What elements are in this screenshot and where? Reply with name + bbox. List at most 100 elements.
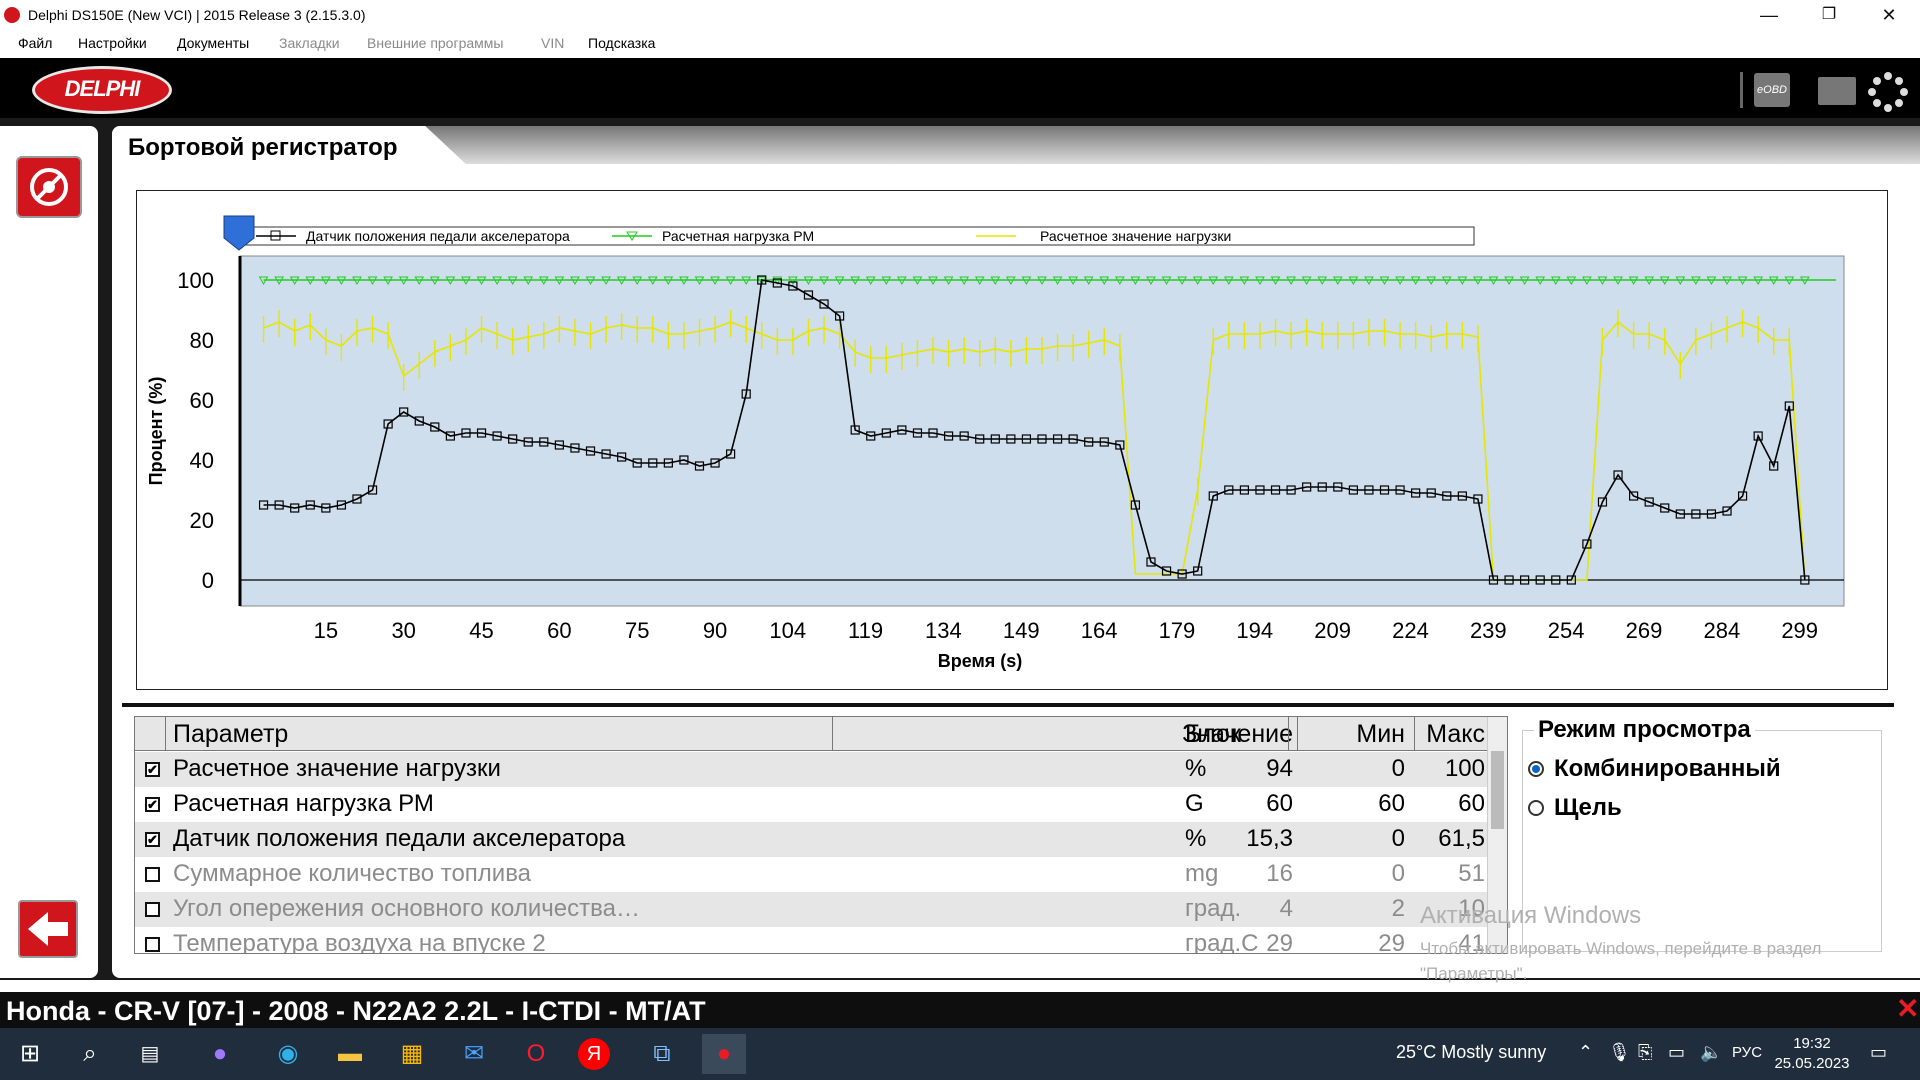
clock[interactable]: 19:32 25.05.2023	[1772, 1034, 1852, 1074]
radio-slot[interactable]	[1528, 800, 1544, 816]
row-checkbox[interactable]	[145, 867, 160, 882]
table-row[interactable]: Суммарное количество топлива 16 mg 0 51	[135, 857, 1507, 892]
edge-icon[interactable]: ◉	[268, 1034, 308, 1074]
stop-icon	[30, 168, 68, 206]
x-tick-label: 104	[769, 618, 806, 643]
col-min[interactable]: Мин	[1335, 720, 1405, 749]
section-separator	[122, 703, 1894, 707]
menu-documents[interactable]: Документы	[177, 35, 249, 51]
col-value[interactable]: Значение	[1035, 720, 1293, 749]
delphi-taskbar-icon[interactable]: ●	[702, 1034, 746, 1074]
network-icon[interactable]: ⎘	[1638, 1042, 1652, 1063]
row-unit: %	[1185, 755, 1207, 782]
activation-watermark-text: Чтобы активировать Windows, перейдите в …	[1420, 939, 1822, 983]
table-row[interactable]: Расчетное значение нагрузки 94% 0 100	[135, 752, 1507, 787]
microphone-icon[interactable]: 🎙	[1608, 1042, 1631, 1063]
mail-icon[interactable]: ✉	[454, 1034, 494, 1074]
x-tick-label: 30	[391, 618, 415, 643]
row-value: 15,3	[1246, 825, 1293, 852]
search-icon[interactable]: ⌕	[70, 1034, 110, 1074]
menu-bookmarks[interactable]: Закладки	[279, 35, 340, 51]
x-tick-label: 15	[314, 618, 338, 643]
radio-combined[interactable]	[1528, 761, 1544, 777]
row-min: 0	[1391, 825, 1405, 852]
opera-icon[interactable]: O	[516, 1034, 556, 1074]
network-app-icon[interactable]: ⧉	[642, 1034, 682, 1074]
close-session-icon[interactable]: ✕	[1896, 992, 1919, 1025]
col-param[interactable]: Параметр	[173, 720, 288, 749]
weather-widget[interactable]: 25°C Mostly sunny	[1396, 1042, 1546, 1063]
col-max[interactable]: Макс	[1405, 720, 1485, 749]
table-row[interactable]: Угол опережения основного количества… 4 гр…	[135, 892, 1507, 927]
x-tick-label: 45	[469, 618, 493, 643]
x-tick-label: 149	[1003, 618, 1040, 643]
legend-label: Расчетное значение нагрузки	[1040, 228, 1231, 244]
window-title: Delphi DS150E (New VCI) | 2015 Release 3…	[28, 7, 366, 23]
plot-area	[239, 255, 1845, 607]
row-unit: град.С	[1185, 930, 1259, 954]
view-mode-title: Режим просмотра	[1534, 716, 1755, 744]
table-row[interactable]: Датчик положения педали акселератора 15,3…	[135, 822, 1507, 857]
col-unit[interactable]: Блок	[1185, 720, 1241, 749]
row-value: 94	[1266, 755, 1293, 782]
tray-chevron-icon[interactable]: ⌃	[1578, 1042, 1593, 1063]
connection-status-icon	[1868, 72, 1908, 112]
yandex-icon[interactable]: Я	[578, 1038, 610, 1070]
explorer-icon[interactable]: ▬	[330, 1034, 370, 1074]
notifications-icon[interactable]: ▭	[1870, 1042, 1887, 1063]
table-header: Параметр Значение Блок Мин Макс	[135, 717, 1507, 751]
table-row[interactable]: Температура воздуха на впуске 2 29 град.С 2…	[135, 927, 1507, 954]
vehicle-info: Honda - CR-V [07-] - 2008 - N22A2 2.2L -…	[6, 996, 706, 1026]
row-min: 2	[1391, 895, 1405, 922]
delphi-logo: DELPHI	[32, 66, 172, 114]
app-icon	[4, 7, 20, 23]
radio-combined-label[interactable]: Комбинированный	[1554, 755, 1781, 783]
menu-help[interactable]: Подсказка	[588, 35, 655, 51]
x-tick-label: 60	[547, 618, 571, 643]
language-indicator[interactable]: РУС	[1732, 1044, 1762, 1061]
parameter-table: Параметр Значение Блок Мин Макс Расчетно…	[134, 716, 1508, 954]
row-checkbox[interactable]	[145, 762, 160, 777]
exit-recorder-button[interactable]	[16, 156, 82, 218]
maximize-button[interactable]: ❐	[1800, 0, 1858, 30]
row-value: 60	[1266, 790, 1293, 817]
row-checkbox[interactable]	[145, 937, 160, 952]
x-tick-label: 239	[1470, 618, 1507, 643]
y-tick-label: 0	[202, 568, 214, 593]
x-axis-title: Время (s)	[938, 651, 1023, 671]
menu-file[interactable]: Файл	[18, 35, 52, 51]
x-tick-label: 90	[703, 618, 727, 643]
task-view-icon[interactable]: ▤	[130, 1034, 170, 1074]
menu-external-programs[interactable]: Внешние программы	[367, 35, 503, 51]
back-button[interactable]	[18, 900, 78, 958]
row-param: Угол опережения основного количества…	[173, 895, 640, 922]
x-tick-label: 299	[1781, 618, 1818, 643]
x-tick-label: 224	[1392, 618, 1429, 643]
radio-slot-label[interactable]: Щель	[1554, 794, 1622, 822]
battery-icon[interactable]	[1818, 77, 1856, 105]
arrow-left-icon	[28, 912, 68, 946]
volume-icon[interactable]: 🔈	[1700, 1042, 1722, 1063]
menu-vin[interactable]: VIN	[541, 35, 564, 51]
battery-tray-icon[interactable]: ▭	[1668, 1042, 1685, 1063]
menu-settings[interactable]: Настройки	[78, 35, 147, 51]
x-tick-label: 269	[1626, 618, 1663, 643]
scrollbar-thumb[interactable]	[1491, 751, 1504, 829]
eobd-icon[interactable]: eOBD	[1754, 73, 1790, 107]
activation-watermark-title: Активация Windows	[1420, 902, 1642, 929]
alice-icon[interactable]: ●	[200, 1034, 240, 1074]
row-param: Расчетная нагрузка РМ	[173, 790, 434, 817]
minimize-button[interactable]: —	[1740, 0, 1798, 30]
row-checkbox[interactable]	[145, 902, 160, 917]
table-row[interactable]: Расчетная нагрузка РМ 60 G 60 60	[135, 787, 1507, 822]
row-max: 51	[1458, 860, 1485, 887]
windows-start-icon[interactable]: ⊞	[10, 1034, 50, 1074]
y-tick-label: 60	[190, 388, 214, 413]
row-value: 16	[1266, 860, 1293, 887]
row-min: 0	[1391, 755, 1405, 782]
x-tick-label: 179	[1159, 618, 1196, 643]
close-window-button[interactable]: ✕	[1860, 0, 1918, 30]
store-icon[interactable]: ▦	[392, 1034, 432, 1074]
row-checkbox[interactable]	[145, 797, 160, 812]
row-checkbox[interactable]	[145, 832, 160, 847]
